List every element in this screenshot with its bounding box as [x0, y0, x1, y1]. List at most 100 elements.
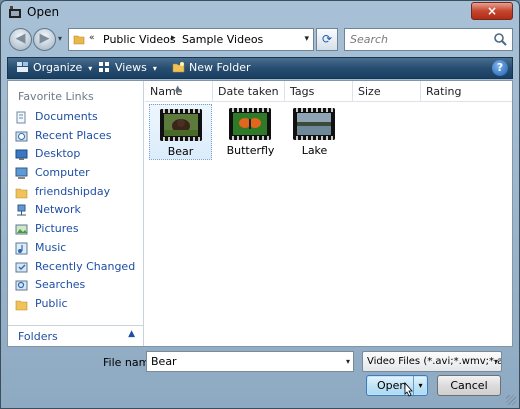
column-header-rating[interactable]: Rating [421, 81, 512, 102]
open-options-dropdown-icon[interactable]: ▾ [413, 376, 427, 395]
file-list-pane: ▲ Name Date taken Tags Size Rating Bear [145, 81, 512, 346]
command-toolbar: Organize ▾ Views ▾ New Folder ? [7, 57, 513, 79]
resize-grip[interactable] [506, 395, 516, 405]
organize-icon [17, 62, 28, 72]
forward-button[interactable]: ▶ [33, 28, 56, 51]
folders-label: Folders [18, 330, 58, 343]
folders-toggle[interactable]: Folders ▲ [8, 325, 143, 346]
film-strip-bottom [293, 136, 335, 140]
sidebar-item-desktop[interactable]: Desktop [13, 145, 139, 164]
sidebar-item-label: Searches [35, 278, 86, 292]
sidebar-item-searches[interactable]: Searches [13, 276, 139, 295]
sidebar-item-label: Recently Changed [35, 259, 136, 273]
open-button[interactable]: Open ▾ [366, 375, 428, 396]
breadcrumb-separator[interactable]: ▸ [171, 33, 176, 43]
file-item-butterfly[interactable]: Butterfly [219, 104, 282, 160]
sidebar-item-recently-changed[interactable]: Recently Changed [13, 258, 139, 277]
views-label: Views [115, 61, 147, 74]
film-strip-top [293, 108, 335, 112]
refresh-icon: ⟳ [321, 32, 333, 46]
file-type-filter[interactable]: Video Files (*.avi;*.wmv;*.asf; ▾ [362, 351, 502, 372]
search-box[interactable]: Search [344, 28, 513, 51]
breadcrumb-public-videos[interactable]: Public Videos [103, 33, 176, 46]
sort-ascending-icon: ▲ [175, 84, 181, 92]
sidebar-item-friendshipday[interactable]: friendshipday [13, 183, 139, 202]
searches-icon [15, 280, 28, 291]
address-bar[interactable]: « Public Videos ▸ Sample Videos ▾ [68, 28, 314, 51]
address-overflow-chevron[interactable]: « [89, 33, 95, 43]
column-header-date-taken[interactable]: Date taken [213, 81, 285, 102]
film-strip-top [229, 108, 271, 112]
column-header-tags[interactable]: Tags [285, 81, 353, 102]
sidebar-item-computer[interactable]: Computer [13, 164, 139, 183]
favorite-links-list: Documents Recent Places Desktop Computer… [13, 108, 139, 314]
views-arrow-icon: ▾ [152, 64, 157, 73]
address-dropdown-icon[interactable]: ▾ [304, 34, 309, 44]
forward-arrow-icon: ▶ [39, 31, 50, 46]
back-button[interactable]: ◀ [9, 28, 32, 51]
new-folder-button[interactable]: New Folder [172, 61, 250, 74]
sidebar-item-music[interactable]: Music [13, 239, 139, 258]
views-menu[interactable]: Views ▾ [98, 61, 157, 74]
column-header-size[interactable]: Size [353, 81, 421, 102]
lake-thumbnail-image [297, 113, 331, 135]
sidebar-item-label: Documents [35, 110, 98, 123]
sidebar-item-public[interactable]: Public [13, 295, 139, 314]
organize-menu[interactable]: Organize ▾ [16, 61, 92, 74]
navigation-pane: Favorite Links Documents Recent Places D… [8, 81, 144, 346]
folder-icon [15, 300, 28, 311]
file-name-value[interactable]: Bear [151, 355, 177, 368]
sidebar-item-label: Recent Places [35, 128, 112, 142]
bear-thumbnail-image [164, 114, 198, 136]
column-header-label: Date taken [218, 85, 279, 98]
search-icon [494, 33, 507, 46]
video-thumbnail [160, 109, 202, 141]
sidebar-item-pictures[interactable]: Pictures [13, 220, 139, 239]
refresh-button[interactable]: ⟳ [316, 28, 338, 51]
folder-icon [15, 188, 28, 199]
new-folder-label: New Folder [189, 61, 251, 74]
desktop-icon [15, 149, 28, 161]
file-item-bear[interactable]: Bear [149, 104, 212, 160]
column-header-name[interactable]: ▲ Name [145, 81, 213, 102]
sidebar-item-label: Public [35, 296, 68, 310]
dialog-footer: File name: Bear ▾ Video Files (*.avi;*.w… [1, 348, 519, 408]
recent-places-icon [15, 131, 28, 142]
file-name-field[interactable]: Bear ▾ [146, 351, 354, 372]
music-icon [15, 242, 28, 255]
file-item-label: Bear [167, 145, 194, 158]
sidebar-item-label: Desktop [35, 147, 81, 161]
favorite-links-heading: Favorite Links [18, 90, 94, 103]
file-item-lake[interactable]: Lake [283, 104, 346, 160]
title-bar[interactable]: Open × [1, 1, 519, 23]
cancel-button[interactable]: Cancel [437, 375, 501, 396]
file-item-label: Lake [301, 144, 328, 157]
sidebar-item-documents[interactable]: Documents [13, 108, 139, 127]
film-strip-bottom [160, 137, 202, 141]
back-arrow-icon: ◀ [15, 31, 26, 46]
butterfly-thumbnail-image [233, 113, 267, 135]
mouse-cursor-icon [404, 381, 413, 397]
file-name-dropdown-icon[interactable]: ▾ [346, 352, 350, 371]
close-button[interactable]: × [471, 2, 513, 20]
video-thumbnail [293, 108, 335, 140]
sidebar-item-recent-places[interactable]: Recent Places [13, 127, 139, 146]
film-strip-top [160, 109, 202, 113]
breadcrumb-sample-videos[interactable]: Sample Videos [182, 33, 263, 46]
recently-changed-icon [15, 262, 28, 272]
new-folder-icon [172, 62, 185, 73]
film-strip-bottom [229, 136, 271, 140]
chevron-up-icon: ▲ [128, 329, 135, 339]
organize-arrow-icon: ▾ [88, 64, 93, 73]
file-item-label: Butterfly [226, 144, 275, 157]
browser-area: Favorite Links Documents Recent Places D… [7, 80, 513, 347]
recent-pages-dropdown[interactable]: ▾ [58, 34, 62, 43]
sidebar-item-network[interactable]: Network [13, 201, 139, 220]
documents-icon [16, 111, 26, 124]
help-icon[interactable]: ? [492, 60, 508, 76]
search-placeholder[interactable]: Search [350, 33, 388, 46]
dialog-app-icon [9, 6, 21, 18]
column-header-label: Rating [426, 85, 462, 98]
sidebar-item-label: Computer [35, 166, 90, 180]
network-icon [17, 204, 26, 216]
